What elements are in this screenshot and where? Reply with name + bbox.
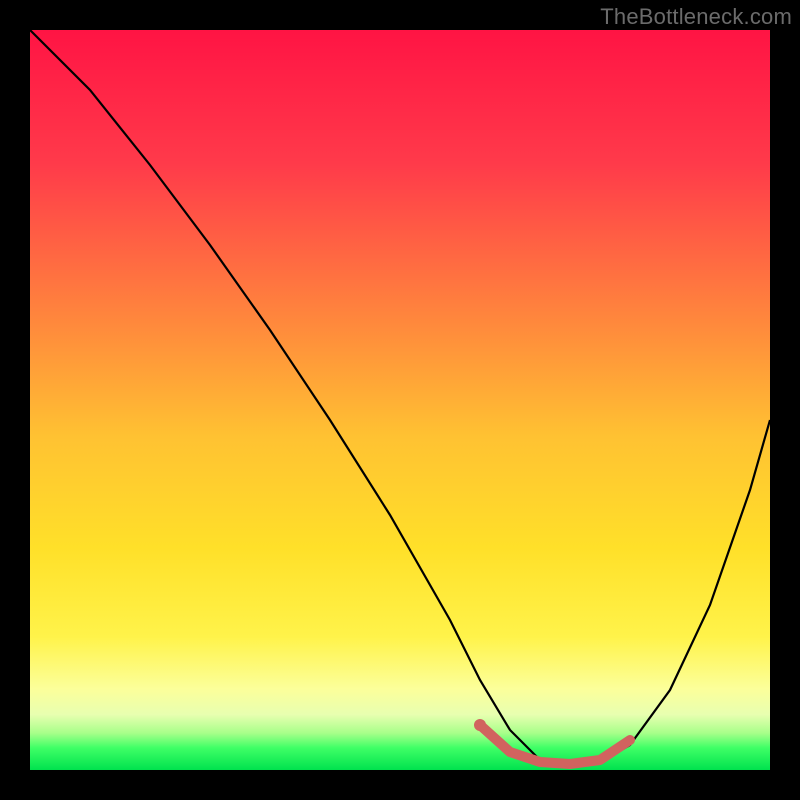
- highlight-start-dot: [474, 719, 486, 731]
- chart-frame: TheBottleneck.com: [0, 0, 800, 800]
- highlight-segment: [480, 725, 630, 764]
- plot-area: [30, 30, 770, 770]
- bottleneck-curve: [30, 30, 770, 765]
- watermark-text: TheBottleneck.com: [600, 4, 792, 30]
- curve-layer: [30, 30, 770, 770]
